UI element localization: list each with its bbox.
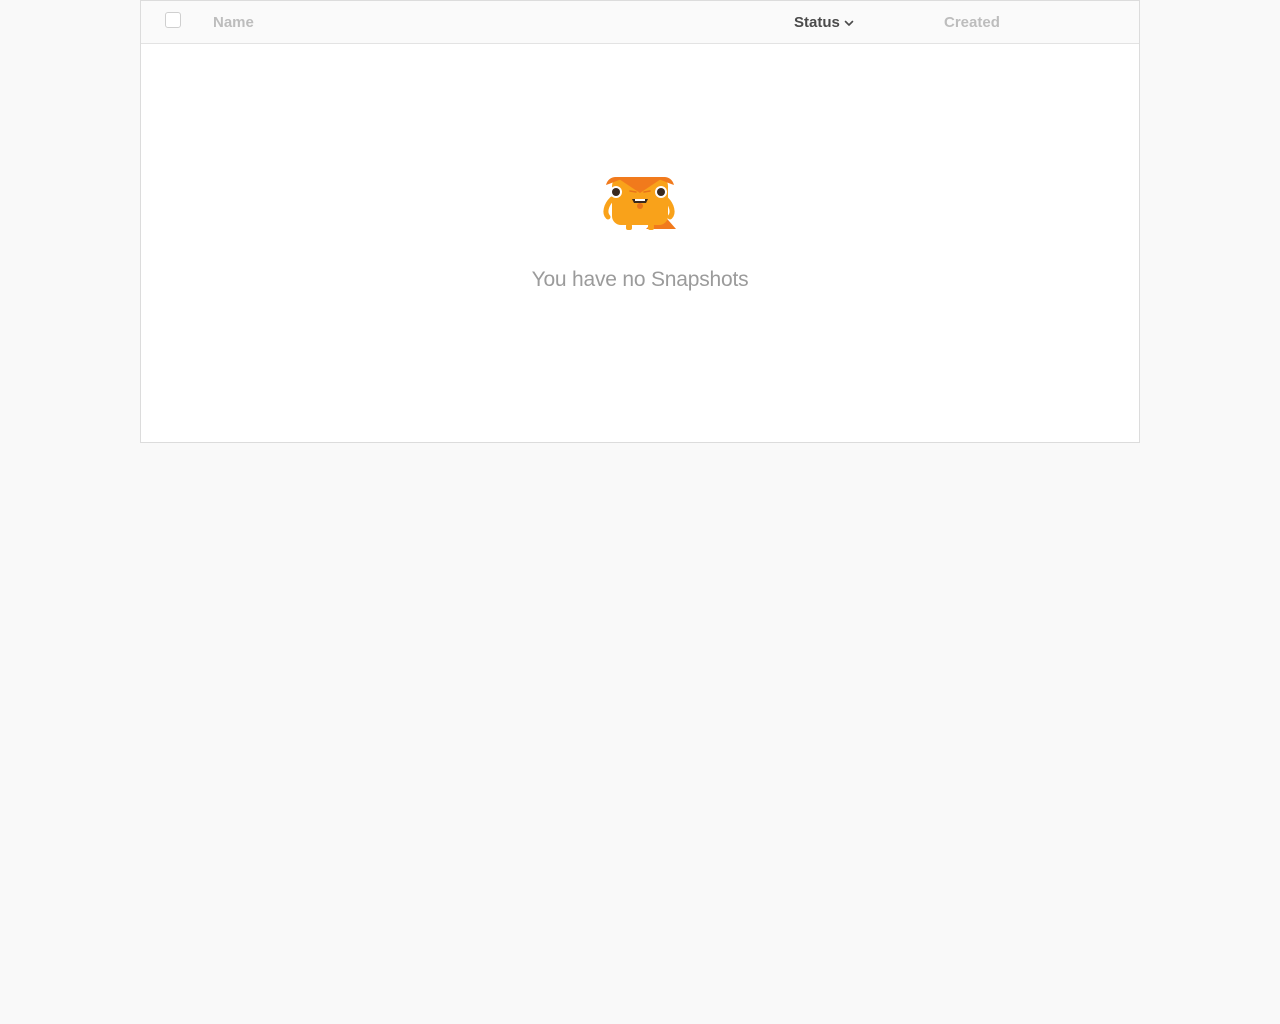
column-header-created[interactable]: Created bbox=[944, 14, 1000, 32]
column-header-status[interactable]: Status bbox=[794, 14, 854, 32]
column-header-status-label: Status bbox=[794, 14, 840, 31]
empty-state-message: You have no Snapshots bbox=[531, 268, 749, 291]
chevron-down-icon bbox=[844, 14, 854, 32]
select-all-checkbox[interactable] bbox=[165, 12, 181, 28]
sammy-mascot-icon bbox=[603, 177, 676, 230]
snapshots-table: Name Status Created You have no Snapshot… bbox=[140, 0, 1140, 443]
empty-state: You have no Snapshots bbox=[141, 171, 1139, 292]
column-header-name[interactable]: Name bbox=[213, 14, 254, 32]
table-header: Name Status Created bbox=[141, 1, 1139, 44]
